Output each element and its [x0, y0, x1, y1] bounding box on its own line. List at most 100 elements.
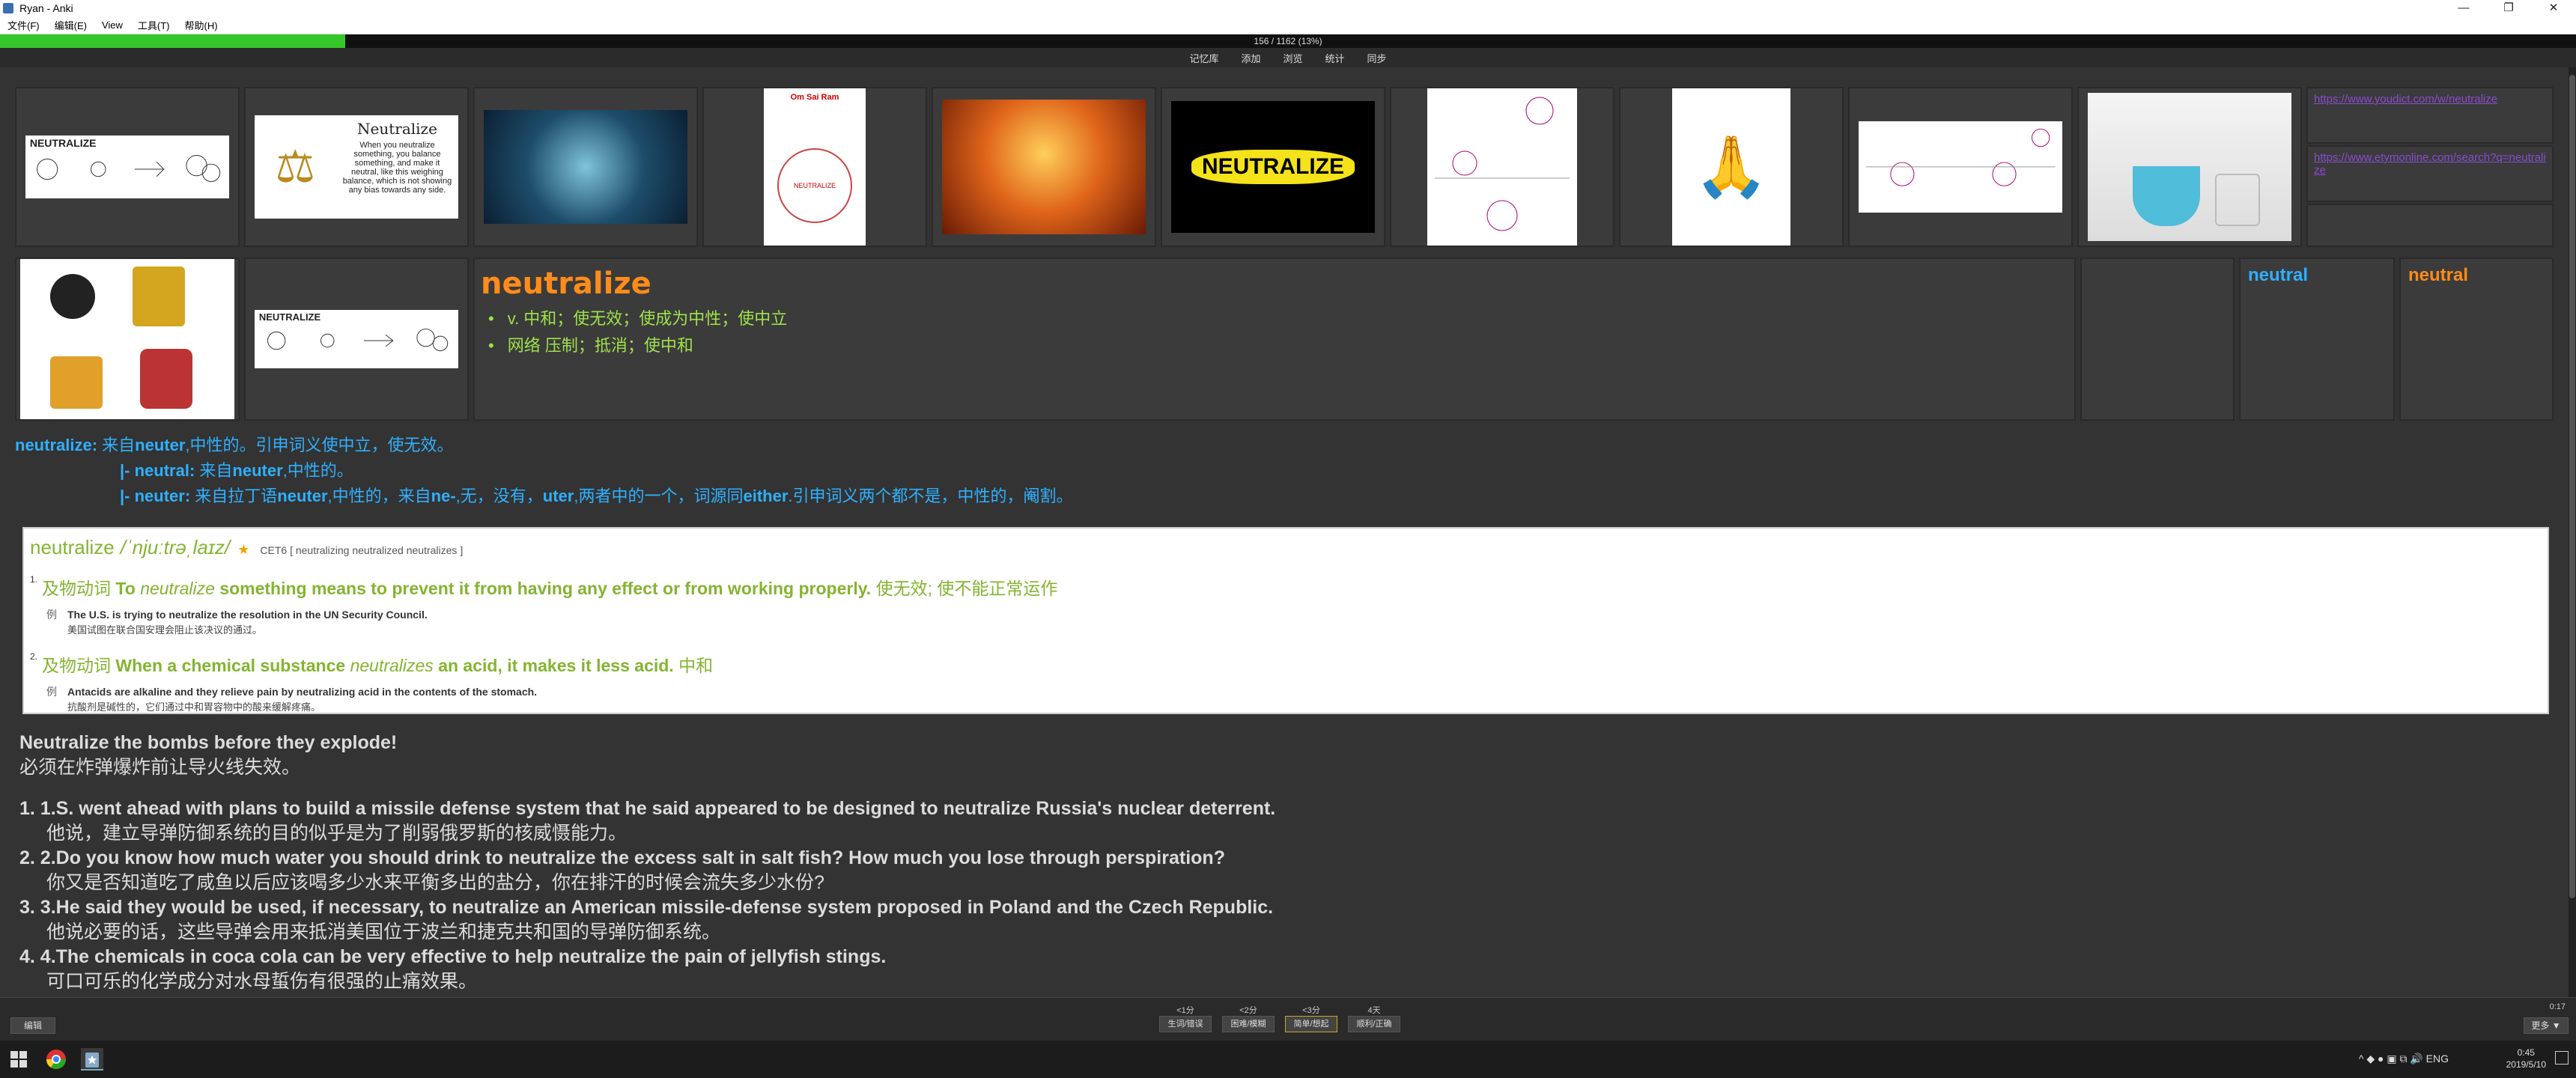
- etym-text: ,中性的。: [282, 461, 353, 480]
- sense-number: 2.: [30, 651, 38, 662]
- answer-good-button[interactable]: 简单/想起: [1285, 1016, 1337, 1032]
- image-cell: [15, 258, 240, 421]
- answer-hard-button[interactable]: 困难/模糊: [1222, 1016, 1275, 1032]
- windows-taskbar: ^ ◆ ● ▣ ⧉ 🔊 ENG 0:45 2019/5/10: [0, 1041, 2576, 1078]
- link-decks[interactable]: 记忆库: [1189, 51, 1218, 65]
- sense-cn: 中和: [673, 656, 714, 675]
- example-cn: 抗酸剂是碱性的，它们通过中和胃容物中的酸来缓解疼痛。: [67, 701, 321, 713]
- sense-pos: 及物动词: [42, 579, 112, 598]
- dict-phonetic: /ˈnjuːtrəˌlaɪz/: [120, 536, 231, 558]
- dict-sense: 1. 及物动词 To neutralize something means to …: [30, 574, 2542, 600]
- anki-taskbar-icon[interactable]: [81, 1048, 103, 1071]
- menu-help[interactable]: 帮助(H): [185, 18, 218, 32]
- answer-again-button[interactable]: 生词/错误: [1159, 1016, 1212, 1032]
- clock-time: 0:45: [2517, 1047, 2535, 1058]
- menu-view[interactable]: View: [102, 19, 123, 31]
- minimize-icon[interactable]: —: [2441, 0, 2486, 16]
- etym-bold: uter: [542, 487, 574, 505]
- root-word-blue: neutral: [2239, 258, 2395, 421]
- dict-headword: neutralize: [30, 536, 115, 558]
- answer-again[interactable]: <1分 生词/错误: [1159, 1004, 1212, 1032]
- progress-text: 156 / 1162 (13%): [1254, 36, 1322, 46]
- edit-button[interactable]: 编辑: [10, 1017, 55, 1034]
- menu-edit[interactable]: 编辑(E): [55, 18, 87, 32]
- neutralize-diagram-image: NEUTRALIZE: [254, 310, 459, 368]
- bomb-tnt-image: [20, 259, 234, 419]
- sentence-en: 2. 2.Do you know how much water you shou…: [19, 847, 1225, 868]
- sense-text: When a chemical substance: [111, 656, 350, 675]
- answer-good[interactable]: <3分 简单/想起: [1285, 1004, 1337, 1032]
- beaker-icon: [2214, 173, 2260, 226]
- answer-buttons: <1分 生词/错误 <2分 困难/模糊 <3分 简单/想起 4天 顺利/正确: [1159, 1004, 1400, 1032]
- link-stats[interactable]: 统计: [1325, 51, 1345, 65]
- sentence-item: 2. 2.Do you know how much water you shou…: [19, 846, 2551, 895]
- link-sync[interactable]: 同步: [1367, 51, 1387, 65]
- space-nebula-image: [483, 110, 688, 224]
- sentence-item: 3. 3.He said they would be used, if nece…: [19, 895, 2551, 945]
- input-language[interactable]: ENG: [2426, 1053, 2449, 1065]
- image-title: Neutralize: [357, 119, 437, 138]
- molecule-diagram-icon: [267, 329, 449, 352]
- close-icon[interactable]: ✕: [2531, 0, 2576, 16]
- sentence-list: 1. 1.S. went ahead with plans to build a…: [19, 797, 2551, 994]
- window-title: Ryan - Anki: [19, 2, 73, 14]
- notification-icon[interactable]: [2555, 1051, 2569, 1065]
- balance-scale-image: ⚖ Neutralize When you neutralize somethi…: [254, 115, 459, 219]
- answer-easy-button[interactable]: 顺利/正确: [1348, 1016, 1400, 1032]
- sense-italic: neutralize: [140, 579, 215, 598]
- answer-easy[interactable]: 4天 顺利/正确: [1348, 1004, 1400, 1032]
- image-caption: NEUTRALIZE: [29, 137, 97, 149]
- more-button[interactable]: 更多 ▼: [2524, 1017, 2569, 1034]
- tray-icons[interactable]: ◆ ● ▣ ⧉ 🔊: [2366, 1053, 2425, 1065]
- image-text: When you neutralize something, you balan…: [342, 140, 452, 195]
- sense-text: something means to prevent it from havin…: [214, 579, 872, 598]
- definition-item: 网络 压制；抵消；使中和: [488, 332, 2068, 356]
- antibody-diagram-image: [1858, 121, 2063, 213]
- definition-list: v. 中和；使无效；使成为中性；使中立 网络 压制；抵消；使中和: [481, 305, 2068, 356]
- etym-text: ,无，没有，: [455, 487, 543, 505]
- content-scrollbar[interactable]: [2569, 67, 2576, 997]
- etym-bold: neuter: [232, 461, 283, 480]
- link-browse[interactable]: 浏览: [1283, 51, 1302, 65]
- menu-bar: 文件(F) 编辑(E) View 工具(T) 帮助(H): [0, 16, 2576, 34]
- headword: neutralize: [481, 267, 651, 301]
- molecule-diagram-icon: [36, 155, 220, 183]
- sense-text: an acid, it makes it less acid.: [433, 656, 674, 675]
- chrome-icon[interactable]: [45, 1048, 67, 1071]
- etym-bold: either: [743, 487, 789, 505]
- toolbar-links: 记忆库 添加 浏览 统计 同步: [0, 48, 2576, 67]
- sentence-cn: 他说必要的话，这些导弹会用来抵消美国位于波兰和捷克共和国的导弹防御系统。: [46, 922, 721, 943]
- etym-text: 来自拉丁语: [190, 487, 278, 505]
- virus-diagram-icon: [1435, 97, 1570, 231]
- example-en: The U.S. is trying to neutralize the res…: [67, 609, 428, 621]
- sentence-en: 3. 3.He said they would be used, if nece…: [19, 897, 1274, 918]
- etymonline-link[interactable]: https://www.etymonline.com/search?q=neut…: [2306, 145, 2554, 202]
- taskbar-clock[interactable]: 0:45 2019/5/10: [2506, 1047, 2546, 1071]
- windows-start-icon[interactable]: [7, 1048, 30, 1071]
- etymology-line: neutralize: 来自neuter,中性的。引申词义使中立，使无效。: [15, 433, 2561, 458]
- scrollbar-thumb[interactable]: [2569, 75, 2575, 898]
- neutralize-banner-image: NEUTRALIZE: [1170, 100, 1376, 234]
- etym-text: ,中性的。引申词义使中立，使无效。: [185, 436, 454, 454]
- menu-tools[interactable]: 工具(T): [138, 18, 170, 32]
- dict-example: 例 Antacids are alkaline and they relieve …: [46, 684, 2542, 699]
- etym-bold: ne-: [431, 487, 456, 505]
- maximize-icon[interactable]: ❐: [2486, 0, 2531, 16]
- review-timer: 0:17: [2549, 1002, 2566, 1011]
- sentence-cn: 你又是否知道吃了咸鱼以后应该喝多少水来平衡多出的盐分，你在排汗的时候会流失多少水…: [46, 872, 824, 893]
- detonator-icon: [140, 349, 192, 409]
- neutralize-diagram-image: NEUTRALIZE: [25, 135, 230, 198]
- image-cell: Om Sai Ram NEUTRALIZE: [702, 87, 927, 247]
- answer-hard[interactable]: <2分 困难/模糊: [1222, 1004, 1275, 1032]
- youdict-link[interactable]: https://www.youdict.com/w/neutralize: [2306, 87, 2554, 144]
- image-header: Om Sai Ram: [790, 93, 839, 102]
- anki-app-icon: [3, 3, 13, 13]
- etym-text: 来自: [195, 461, 233, 480]
- firefighter-fire-image: [941, 99, 1146, 235]
- tray-chevron-icon[interactable]: ^: [2359, 1053, 2364, 1065]
- review-bottom-bar: 编辑 <1分 生词/错误 <2分 困难/模糊 <3分 简单/想起 4天 顺利/正确 0:…: [0, 997, 2576, 1041]
- link-add[interactable]: 添加: [1241, 51, 1260, 65]
- image-cell: [473, 87, 698, 247]
- circle-caption: NEUTRALIZE: [793, 182, 836, 189]
- menu-file[interactable]: 文件(F): [7, 18, 40, 32]
